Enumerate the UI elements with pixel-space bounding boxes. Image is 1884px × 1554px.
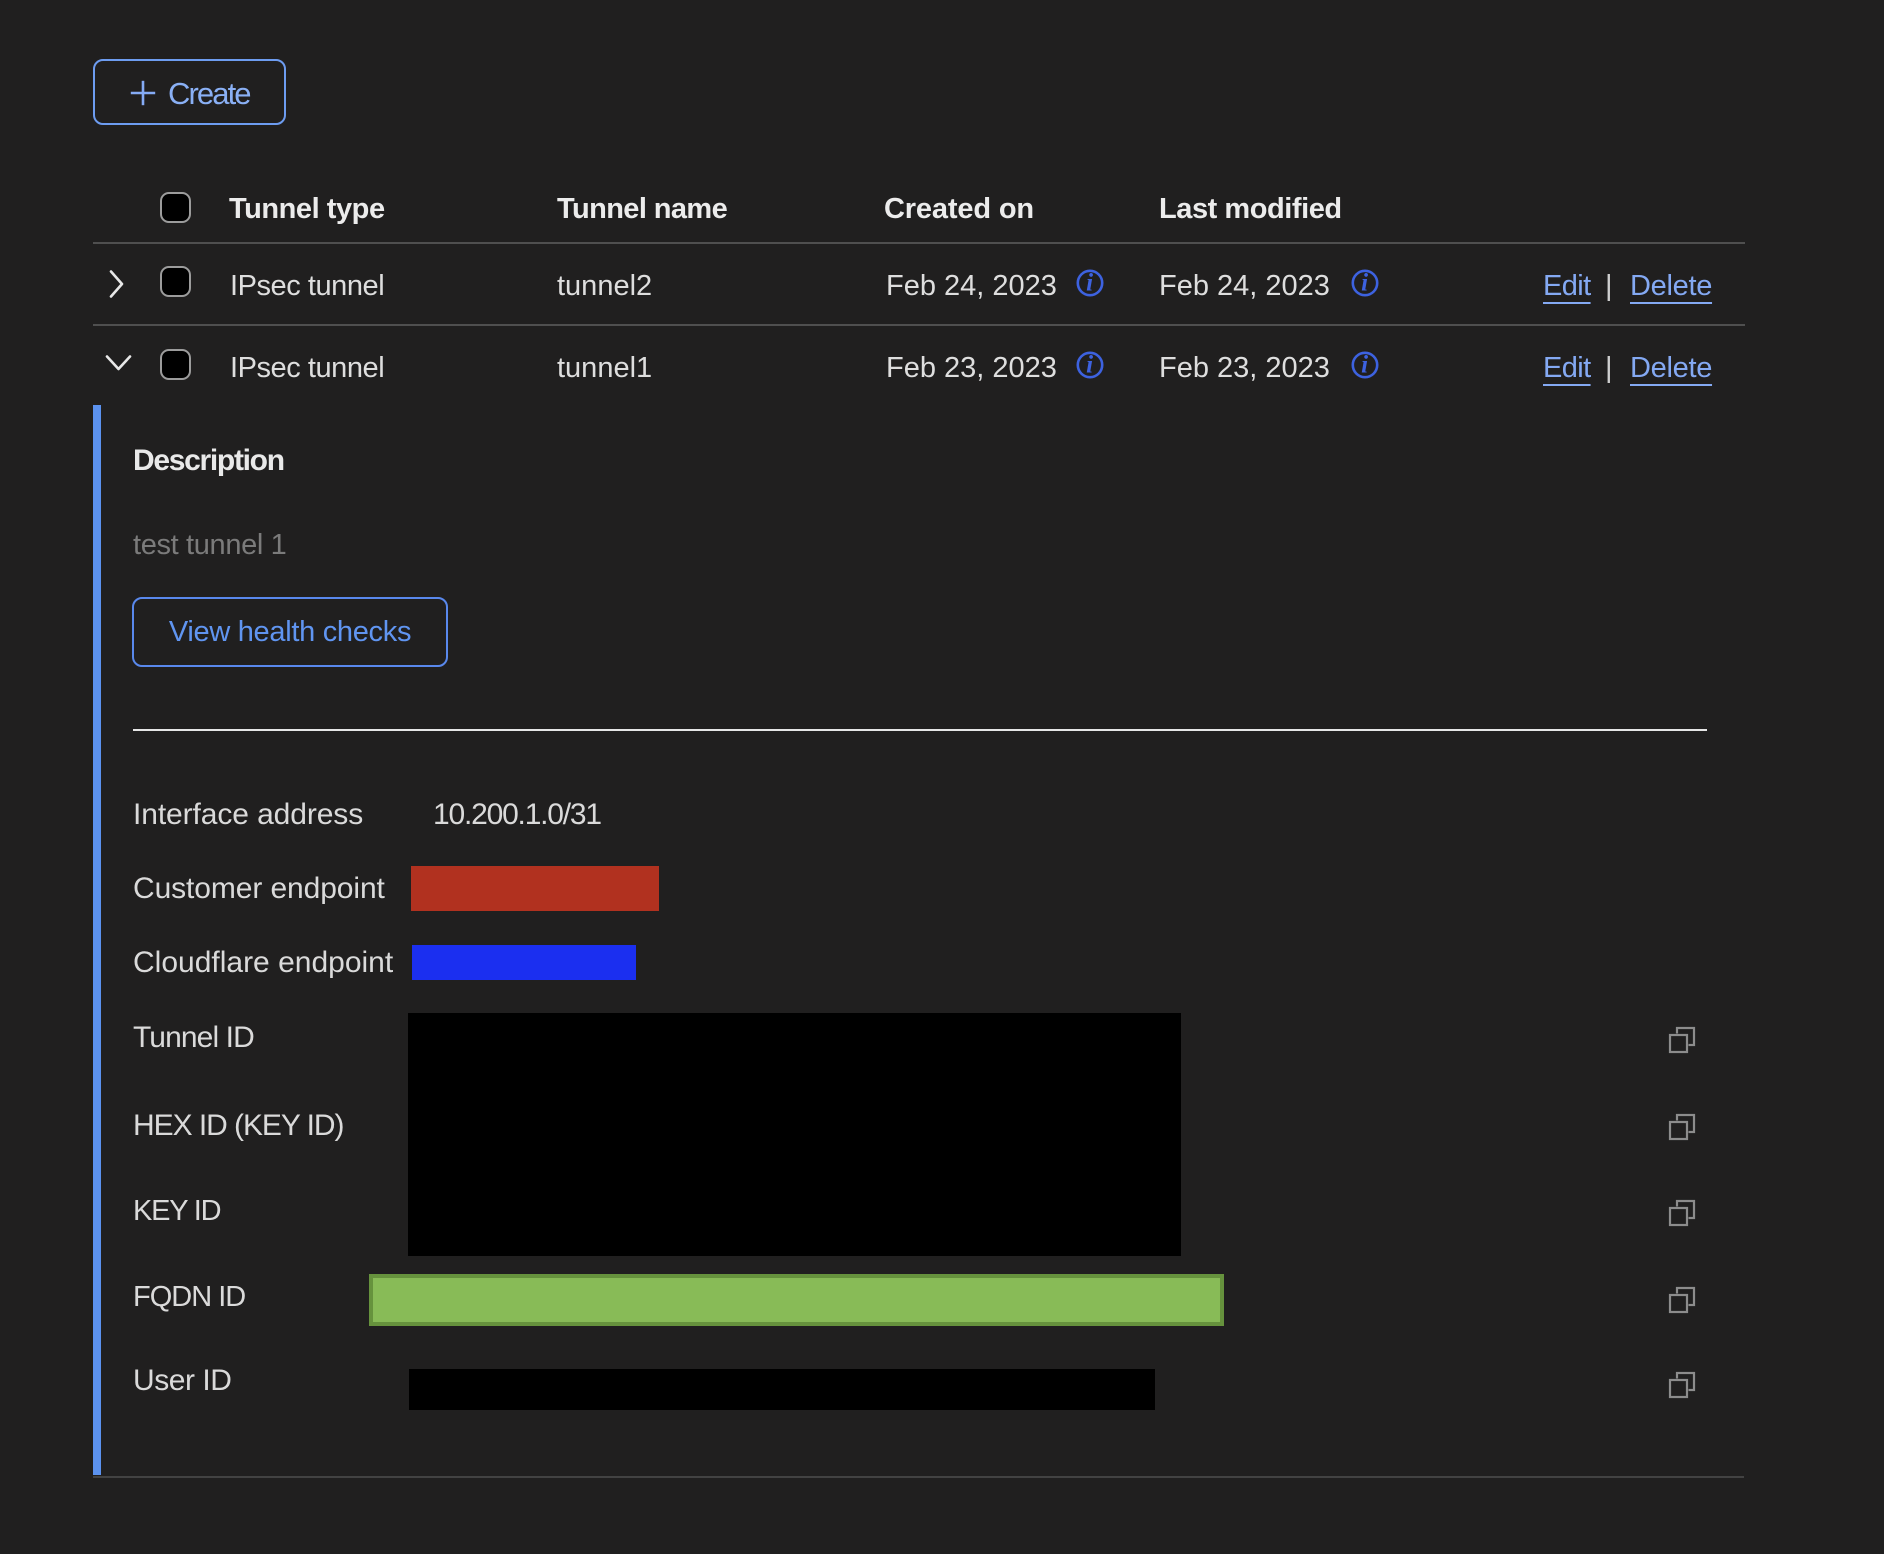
svg-text:i: i <box>1086 270 1093 297</box>
svg-text:i: i <box>1361 352 1368 379</box>
svg-text:i: i <box>1361 270 1368 297</box>
svg-text:i: i <box>1086 352 1093 379</box>
